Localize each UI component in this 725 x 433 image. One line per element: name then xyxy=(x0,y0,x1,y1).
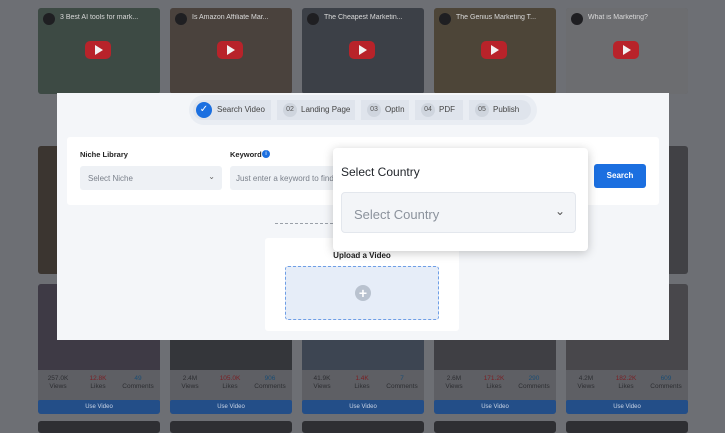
niche-library-label: Niche Library xyxy=(80,150,128,159)
play-icon xyxy=(481,41,507,59)
video-card: What is Marketing? xyxy=(566,8,688,94)
step-number: 04 xyxy=(421,103,435,117)
video-thumbnail: The Genius Marketing T... xyxy=(434,8,556,94)
keyword-input-placeholder: Just enter a keyword to find xyxy=(236,174,334,183)
video-title: The Cheapest Marketin... xyxy=(324,14,403,21)
select-country-title: Select Country xyxy=(341,165,420,179)
keyword-label: Keyword xyxy=(230,150,262,159)
channel-avatar xyxy=(43,13,55,25)
country-select-value: Select Country xyxy=(354,207,440,222)
keyword-input[interactable]: Just enter a keyword to find xyxy=(230,166,340,190)
plus-icon: + xyxy=(355,285,371,301)
niche-select[interactable]: Select Niche ⌄ xyxy=(80,166,222,190)
play-icon xyxy=(613,41,639,59)
step-label: Search Video xyxy=(217,105,265,114)
video-card xyxy=(566,421,688,433)
select-country-popover: Select Country Select Country ⌄ xyxy=(333,148,588,251)
country-select[interactable]: Select Country ⌄ xyxy=(341,192,576,233)
use-video-button[interactable]: Use Video xyxy=(566,400,688,414)
check-icon: ✓ xyxy=(196,102,212,118)
comments-stat: 7 Comments xyxy=(386,375,418,390)
likes-stat: 12.8K Likes xyxy=(89,375,107,390)
step-publish[interactable]: 05 Publish xyxy=(469,100,531,120)
channel-avatar xyxy=(571,13,583,25)
video-stats: 4.2M Views 182.2K Likes 609 Comments xyxy=(566,370,688,400)
video-card: 3 Best AI tools for mark... xyxy=(38,8,160,94)
upload-video-section: Upload a Video + xyxy=(265,238,459,331)
video-stats: 2.6M Views 171.2K Likes 290 Comments xyxy=(434,370,556,400)
search-button[interactable]: Search xyxy=(594,164,646,188)
video-card: The Genius Marketing T... xyxy=(434,8,556,94)
video-card xyxy=(434,421,556,433)
views-stat: 2.6M Views xyxy=(445,375,463,390)
use-video-button[interactable]: Use Video xyxy=(302,400,424,414)
video-card: The Cheapest Marketin... xyxy=(302,8,424,94)
step-number: 03 xyxy=(367,103,381,117)
play-icon xyxy=(217,41,243,59)
comments-stat: 609 Comments xyxy=(650,375,682,390)
likes-stat: 105.0K Likes xyxy=(219,375,241,390)
video-thumbnail: Is Amazon Affiliate Mar... xyxy=(170,8,292,94)
video-title: The Genius Marketing T... xyxy=(456,14,537,21)
likes-stat: 1.4K Likes xyxy=(354,375,370,390)
step-landing-page[interactable]: 02 Landing Page xyxy=(277,100,355,120)
wizard-steps: ✓ Search Video 02 Landing Page 03 OptIn … xyxy=(189,95,537,125)
use-video-button[interactable]: Use Video xyxy=(38,400,160,414)
use-video-button[interactable]: Use Video xyxy=(434,400,556,414)
video-card xyxy=(170,421,292,433)
video-card xyxy=(302,421,424,433)
comments-stat: 290 Comments xyxy=(518,375,550,390)
chevron-down-icon: ⌄ xyxy=(554,204,565,218)
video-thumbnail: 3 Best AI tools for mark... xyxy=(38,8,160,94)
play-icon xyxy=(85,41,111,59)
video-card xyxy=(38,421,160,433)
divider xyxy=(275,223,333,224)
chevron-down-icon: ⌄ xyxy=(208,172,215,181)
video-stats: 2.4M Views 105.0K Likes 906 Comments xyxy=(170,370,292,400)
comments-stat: 906 Comments xyxy=(254,375,286,390)
video-card: Is Amazon Affiliate Mar... xyxy=(170,8,292,94)
step-label: Landing Page xyxy=(301,105,351,114)
use-video-button[interactable]: Use Video xyxy=(170,400,292,414)
channel-avatar xyxy=(307,13,319,25)
views-stat: 257.0K Views xyxy=(47,375,69,390)
views-stat: 41.9K Views xyxy=(313,375,331,390)
comments-stat: 49 Comments xyxy=(122,375,154,390)
step-number: 05 xyxy=(475,103,489,117)
video-stats: 257.0K Views 12.8K Likes 49 Comments xyxy=(38,370,160,400)
channel-avatar xyxy=(175,13,187,25)
video-title: 3 Best AI tools for mark... xyxy=(60,14,139,21)
video-thumbnail: What is Marketing? xyxy=(566,8,688,94)
upload-video-title: Upload a Video xyxy=(333,251,391,260)
step-number: 02 xyxy=(283,103,297,117)
step-pdf[interactable]: 04 PDF xyxy=(415,100,463,120)
step-search-video[interactable]: ✓ Search Video xyxy=(193,100,271,120)
play-icon xyxy=(349,41,375,59)
info-icon[interactable]: i xyxy=(262,150,270,158)
step-label: OptIn xyxy=(385,105,405,114)
niche-select-value: Select Niche xyxy=(88,174,133,183)
step-optin[interactable]: 03 OptIn xyxy=(361,100,409,120)
step-label: Publish xyxy=(493,105,520,114)
step-label: PDF xyxy=(439,105,455,114)
likes-stat: 171.2K Likes xyxy=(483,375,505,390)
views-stat: 2.4M Views xyxy=(181,375,199,390)
upload-dropzone[interactable]: + xyxy=(285,266,439,320)
video-thumbnail: The Cheapest Marketin... xyxy=(302,8,424,94)
views-stat: 4.2M Views xyxy=(577,375,595,390)
channel-avatar xyxy=(439,13,451,25)
video-stats: 41.9K Views 1.4K Likes 7 Comments xyxy=(302,370,424,400)
likes-stat: 182.2K Likes xyxy=(615,375,637,390)
video-title: What is Marketing? xyxy=(588,14,648,21)
video-title: Is Amazon Affiliate Mar... xyxy=(192,14,269,21)
